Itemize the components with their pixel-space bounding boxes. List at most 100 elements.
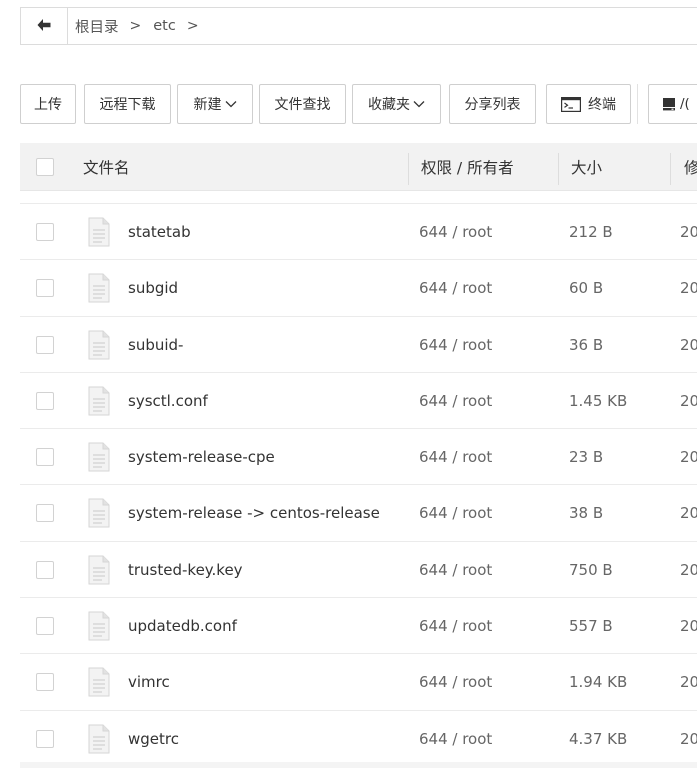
file-size: 38 B (569, 504, 604, 523)
file-name[interactable]: statetab (128, 204, 191, 260)
row-checkbox[interactable] (36, 560, 54, 579)
file-modified: 20 (680, 448, 697, 467)
file-permission[interactable]: 644 / root (419, 598, 492, 654)
file-modified: 20 (680, 223, 697, 241)
column-header-size[interactable]: 大小 (571, 143, 602, 190)
select-all-checkbox[interactable] (36, 158, 54, 176)
file-name[interactable]: subgid (128, 260, 178, 316)
breadcrumb-root[interactable]: 根目录 (75, 16, 119, 37)
file-name[interactable]: sysctl.conf (128, 373, 208, 429)
file-manager: 根目录 > etc > 上传 远程下载 新建 文件查找 收藏夹 分享列表 终端 … (0, 0, 697, 768)
terminal-button[interactable]: 终端 (546, 84, 631, 124)
disk-label: /( (680, 96, 690, 112)
row-checkbox[interactable] (36, 391, 54, 410)
file-icon (88, 330, 110, 364)
file-size: 36 B (569, 335, 604, 354)
share-list-button[interactable]: 分享列表 (449, 84, 536, 124)
row-checkbox[interactable] (36, 448, 54, 467)
disk-button[interactable]: /( (648, 84, 697, 124)
arrow-left-icon (36, 17, 52, 36)
file-row[interactable]: subuid- 644 / root 36 B 20 (20, 317, 697, 373)
breadcrumb-separator: > (186, 18, 199, 34)
file-size: 557 B (569, 617, 613, 636)
file-icon (88, 273, 110, 307)
file-row[interactable]: trusted-key.key 644 / root 750 B 20 (20, 542, 697, 599)
file-icon (88, 724, 110, 758)
row-checkbox[interactable] (36, 504, 54, 523)
file-row[interactable]: system-release-cpe 644 / root 23 B 20 (20, 429, 697, 486)
file-permission[interactable]: 644 / root (419, 542, 492, 598)
file-permission[interactable]: 644 / root (419, 429, 492, 485)
file-permission[interactable]: 644 / root (419, 260, 492, 316)
file-name[interactable]: system-release -> centos-release (128, 485, 380, 541)
terminal-icon (561, 96, 581, 112)
file-size: 1.45 KB (569, 391, 628, 410)
column-header-name[interactable]: 文件名 (83, 143, 130, 190)
remote-download-button[interactable]: 远程下载 (84, 84, 171, 124)
file-icon (88, 217, 110, 251)
row-checkbox[interactable] (36, 729, 54, 748)
favorites-dropdown-button[interactable]: 收藏夹 (352, 84, 441, 124)
row-checkbox[interactable] (36, 223, 54, 241)
upload-button[interactable]: 上传 (20, 84, 76, 124)
file-name[interactable]: system-release-cpe (128, 429, 275, 485)
file-size: 23 B (569, 448, 604, 467)
new-dropdown-button[interactable]: 新建 (177, 84, 253, 124)
file-modified: 20 (680, 729, 697, 748)
upload-label: 上传 (34, 97, 62, 113)
row-checkbox[interactable] (36, 617, 54, 636)
share-list-label: 分享列表 (464, 97, 521, 113)
file-size: 750 B (569, 560, 613, 579)
file-name[interactable]: vimrc (128, 654, 170, 710)
file-permission[interactable]: 644 / root (419, 654, 492, 710)
column-header-permission[interactable]: 权限 / 所有者 (421, 143, 514, 190)
file-icon (88, 442, 110, 476)
file-permission[interactable]: 644 / root (419, 204, 492, 260)
file-modified: 20 (680, 335, 697, 354)
disk-icon (662, 97, 676, 111)
file-size: 4.37 KB (569, 729, 628, 748)
chevron-down-icon (413, 96, 425, 112)
file-modified: 20 (680, 673, 697, 692)
breadcrumb-separator: > (129, 18, 142, 34)
file-icon (88, 386, 110, 420)
file-permission[interactable]: 644 / root (419, 485, 492, 541)
column-divider (408, 153, 409, 185)
file-row[interactable]: updatedb.conf 644 / root 557 B 20 (20, 598, 697, 655)
file-search-button[interactable]: 文件查找 (259, 84, 346, 124)
file-row[interactable]: subgid 644 / root 60 B 20 (20, 260, 697, 317)
file-row[interactable]: system-release -> centos-release 644 / r… (20, 485, 697, 542)
favorites-label: 收藏夹 (368, 97, 410, 113)
file-name[interactable]: subuid- (128, 317, 183, 373)
file-name[interactable]: wgetrc (128, 711, 179, 767)
breadcrumb: 根目录 > etc > (75, 8, 211, 44)
column-divider (558, 153, 559, 185)
table-header: 文件名 权限 / 所有者 大小 修 (20, 143, 697, 191)
file-row[interactable]: wgetrc 644 / root 4.37 KB 20 (20, 711, 697, 767)
file-row[interactable]: statetab 644 / root 212 B 20 (20, 204, 697, 261)
file-icon (88, 667, 110, 701)
file-name[interactable]: updatedb.conf (128, 598, 237, 654)
file-search-label: 文件查找 (274, 97, 331, 113)
row-checkbox[interactable] (36, 279, 54, 298)
file-size: 212 B (569, 223, 613, 241)
path-bar: 根目录 > etc > (20, 7, 697, 45)
file-permission[interactable]: 644 / root (419, 373, 492, 429)
file-icon (88, 555, 110, 589)
chevron-down-icon (225, 96, 237, 112)
row-checkbox[interactable] (36, 335, 54, 354)
file-modified: 20 (680, 504, 697, 523)
row-checkbox[interactable] (36, 673, 54, 692)
file-icon (88, 498, 110, 532)
file-row[interactable]: vimrc 644 / root 1.94 KB 20 (20, 654, 697, 711)
file-permission[interactable]: 644 / root (419, 711, 492, 767)
file-name[interactable]: trusted-key.key (128, 542, 243, 598)
file-permission[interactable]: 644 / root (419, 317, 492, 373)
file-size: 1.94 KB (569, 673, 628, 692)
back-button[interactable] (21, 8, 68, 44)
file-modified: 20 (680, 391, 697, 410)
remote-download-label: 远程下载 (99, 97, 156, 113)
file-row[interactable]: sysctl.conf 644 / root 1.45 KB 20 (20, 373, 697, 430)
breadcrumb-etc[interactable]: etc (153, 18, 176, 34)
column-header-modified[interactable]: 修 (684, 143, 697, 190)
